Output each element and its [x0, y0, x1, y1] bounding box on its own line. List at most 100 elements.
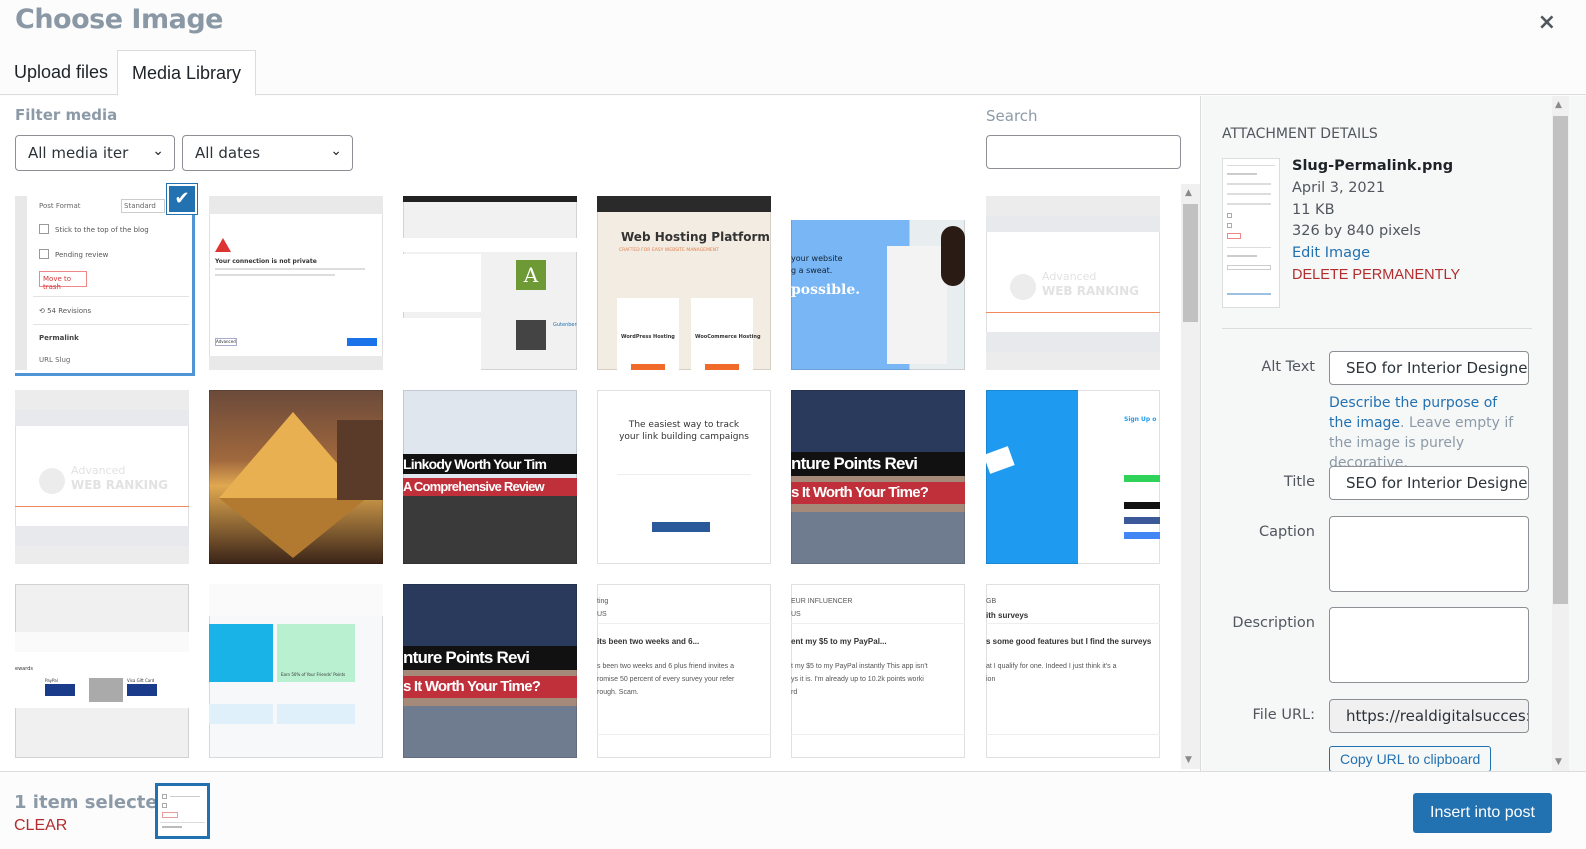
- thumb-text: WEB RANKING: [1042, 284, 1139, 298]
- scroll-down-icon[interactable]: ▼: [1185, 755, 1192, 765]
- scrollbar-thumb[interactable]: [1183, 204, 1198, 322]
- thumb-card: [403, 318, 481, 370]
- media-item-louvre-photo[interactable]: [209, 390, 383, 564]
- thumb-text: Linkody Worth Your Tim: [403, 454, 577, 474]
- thumb-row: [277, 704, 355, 724]
- grid-scrollbar[interactable]: ▲ ▼: [1181, 184, 1200, 769]
- caption-textarea[interactable]: [1329, 516, 1529, 592]
- media-item-wp-plugins-screenshot[interactable]: A Gutenberg: [403, 196, 577, 370]
- thumb-text: Visa Gift Card: [127, 678, 155, 683]
- thumb-card-icon: [986, 446, 1015, 474]
- scrollbar-thumb[interactable]: [1553, 116, 1568, 604]
- media-item-review-card[interactable]: EUR INFLUENCER US ent my $5 to my PayPal..…: [791, 584, 965, 758]
- thumb-text: t my $5 to my PayPal instantly This app …: [791, 663, 928, 670]
- thumb-person: [941, 226, 965, 286]
- thumb-text: EUR INFLUENCER: [791, 598, 853, 605]
- media-item-linkody-review[interactable]: Linkody Worth Your Tim A Comprehensive Re…: [403, 390, 577, 564]
- scroll-up-icon[interactable]: ▲: [1185, 188, 1192, 198]
- tab-upload-files[interactable]: Upload files: [0, 50, 122, 95]
- thumb-band: [15, 410, 189, 426]
- selected-check-icon[interactable]: ✔: [167, 184, 197, 214]
- date-select[interactable]: All dates ⌄: [182, 135, 353, 171]
- media-item-advanced-web-ranking-chart[interactable]: Advanced WEB RANKING: [15, 390, 189, 564]
- thumb-text: The easiest way to track: [628, 420, 740, 430]
- media-item-points-review[interactable]: nture Points Revi s It Worth Your Time?: [403, 584, 577, 758]
- thumb-text: Stick to the top of the blog: [55, 226, 149, 234]
- thumb-text: Permalink: [39, 334, 79, 342]
- details-divider: [1222, 328, 1532, 329]
- thumb-text: Gutenberg: [553, 322, 577, 328]
- thumb-text: s some good features but I find the surv…: [986, 637, 1152, 646]
- thumb-text: WEB RANKING: [71, 478, 168, 492]
- delete-permanently-link[interactable]: DELETE PERMANENTLY: [1292, 265, 1460, 287]
- media-item-website-builder-page[interactable]: your website g a sweat. possible.: [791, 196, 965, 370]
- media-item-paypal-signup[interactable]: Sign Up o: [986, 390, 1160, 564]
- thumb-plugin-icon: [516, 320, 546, 350]
- thumb-divider: [791, 734, 965, 735]
- title-input[interactable]: SEO for Interior Designe: [1329, 466, 1529, 500]
- checkbox-icon: [39, 224, 49, 234]
- media-item-advanced-web-ranking-chart[interactable]: Advanced WEB RANKING: [986, 196, 1160, 370]
- thumb-text: s been two weeks and 6 plus friend invit…: [597, 663, 734, 670]
- media-item-app-rewards-page[interactable]: Earn 50% of Your Friends' Points: [209, 584, 383, 758]
- media-item-points-review[interactable]: nture Points Revi s It Worth Your Time?: [791, 390, 965, 564]
- thumb-chart-line: [986, 312, 1160, 313]
- attachment-thumbnail: [1222, 158, 1280, 308]
- media-browser: Filter media All media iter ⌄ All dates …: [0, 96, 1201, 771]
- media-item-link-building-page[interactable]: The easiest way to track your link buildi…: [597, 390, 771, 564]
- thumb-text: its been two weeks and 6...: [597, 637, 700, 646]
- thumb-plugin-icon: A: [516, 260, 546, 290]
- thumb-browser-bar: [209, 196, 383, 214]
- thumb-row: [209, 704, 273, 724]
- clear-selection-link[interactable]: CLEAR: [14, 817, 67, 835]
- thumb-text: Advanced: [215, 338, 237, 346]
- thumb-edge: [15, 196, 27, 370]
- tab-media-library[interactable]: Media Library: [117, 50, 257, 96]
- thumb-text: GB: [986, 598, 997, 605]
- thumb-band: [15, 526, 189, 546]
- thumb-divider: [791, 623, 965, 624]
- close-icon[interactable]: ×: [1538, 10, 1556, 35]
- globe-icon: [39, 468, 65, 494]
- thumb-nav: [791, 196, 965, 220]
- thumb-text: A Comprehensive Review: [403, 478, 577, 496]
- thumb-text: rd: [791, 689, 798, 696]
- media-item-review-card[interactable]: GB ith surveys s some good features but I …: [986, 584, 1160, 758]
- media-type-select[interactable]: All media iter ⌄: [15, 135, 175, 171]
- edit-image-link[interactable]: Edit Image: [1292, 243, 1460, 265]
- thumb-text: rough. Scam.: [597, 689, 639, 696]
- description-label: Description: [1232, 615, 1315, 631]
- title-label: Title: [1283, 474, 1315, 490]
- media-item-review-card[interactable]: ting US its been two weeks and 6... s been …: [597, 584, 771, 758]
- thumb-button: [347, 338, 377, 346]
- scroll-up-icon[interactable]: ▲: [1555, 100, 1562, 110]
- media-item-rewards-page[interactable]: ewards PayPal Visa Gift Card: [15, 584, 189, 758]
- details-scrollbar[interactable]: ▲ ▼: [1552, 96, 1569, 771]
- thumb-text: nture Points Revi: [403, 646, 577, 670]
- thumb-text: possible.: [791, 282, 861, 298]
- insert-into-post-button[interactable]: Insert into post: [1413, 793, 1552, 833]
- thumb-button: [1124, 532, 1160, 539]
- selected-item-thumbnail[interactable]: [155, 783, 210, 839]
- caption-label: Caption: [1259, 524, 1315, 540]
- thumb-button: [1124, 517, 1160, 524]
- thumb-button: [652, 522, 710, 532]
- thumb-bottom: [209, 356, 383, 370]
- thumb-text: Advanced: [71, 464, 126, 477]
- file-url-input[interactable]: https://realdigitalsucces:: [1329, 699, 1529, 733]
- thumb-button: [1124, 502, 1160, 509]
- copy-url-button[interactable]: Copy URL to clipboard: [1329, 746, 1492, 771]
- media-item-web-hosting-page[interactable]: Web Hosting Platform CRAFTED FOR EASY WEB…: [597, 196, 771, 370]
- thumb-text: PayPal: [45, 678, 58, 683]
- search-input[interactable]: [986, 135, 1181, 169]
- thumb-text: Sign Up o: [1124, 416, 1157, 423]
- description-textarea[interactable]: [1329, 607, 1529, 683]
- thumb-band: [209, 584, 383, 616]
- thumb-bar: [403, 196, 577, 202]
- thumb-buttons: [127, 684, 157, 696]
- scroll-down-icon[interactable]: ▼: [1555, 757, 1562, 767]
- media-item-browser-privacy-error[interactable]: Your connection is not private Advanced: [209, 196, 383, 370]
- thumb-nav: [597, 196, 771, 212]
- media-item-wp-sidebar-screenshot[interactable]: Post Format Standard Stick to the top of t…: [15, 196, 189, 370]
- alt-text-input[interactable]: SEO for Interior Designe: [1329, 351, 1529, 385]
